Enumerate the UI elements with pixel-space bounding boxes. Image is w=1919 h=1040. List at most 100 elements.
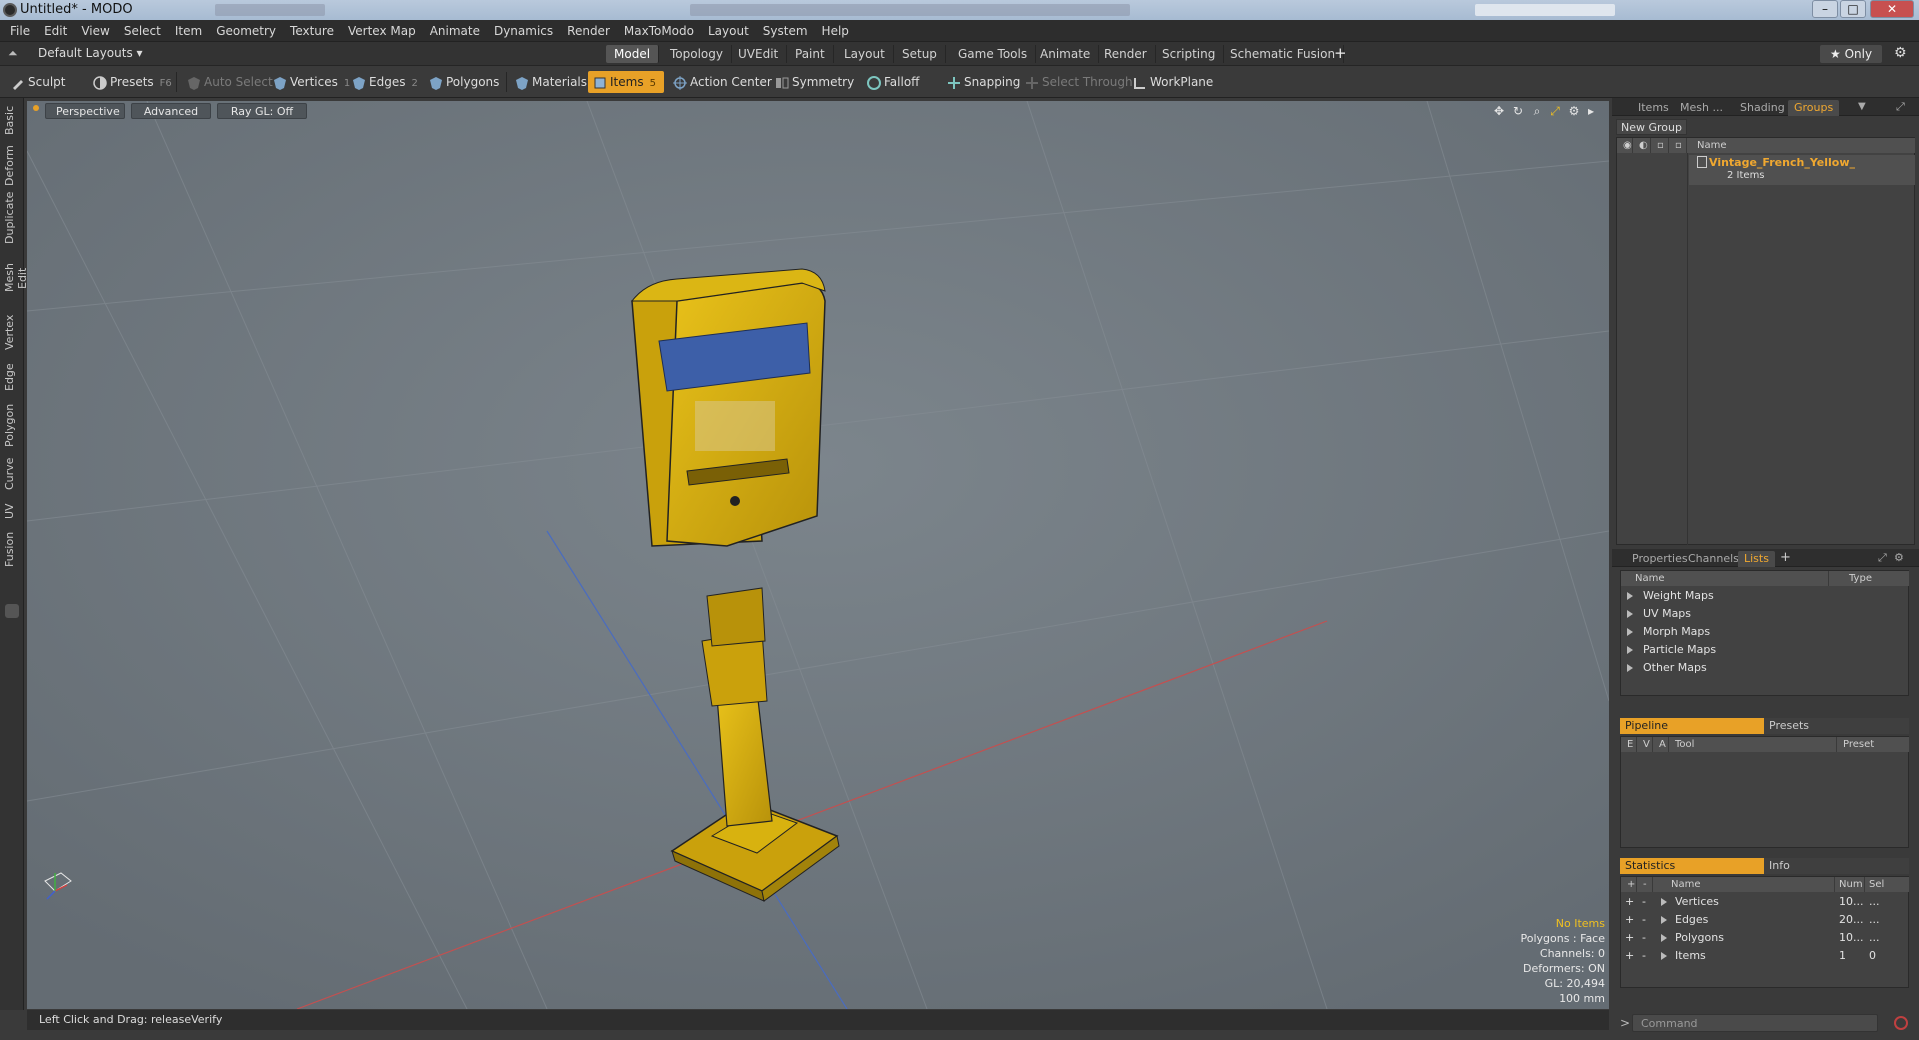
minimize-button[interactable]: – bbox=[1812, 0, 1838, 18]
list-item[interactable]: Weight Maps bbox=[1621, 587, 1910, 605]
auto-select-button[interactable]: Auto Select bbox=[182, 71, 279, 93]
symmetry-button[interactable]: Symmetry bbox=[770, 71, 860, 93]
menu-vertex-map[interactable]: Vertex Map bbox=[341, 20, 423, 42]
close-button[interactable]: ✕ bbox=[1870, 0, 1914, 18]
tab-setup[interactable]: Setup bbox=[894, 45, 946, 63]
menu-maxtomodo[interactable]: MaxToModo bbox=[617, 20, 701, 42]
menu-system[interactable]: System bbox=[756, 20, 815, 42]
tab-mesh[interactable]: Mesh ... bbox=[1674, 100, 1729, 116]
advanced-dropdown[interactable]: Advanced bbox=[131, 103, 211, 119]
tab-items[interactable]: Items bbox=[1632, 100, 1675, 116]
add-tab-button[interactable]: + bbox=[1334, 44, 1347, 62]
panel-expand-icon[interactable]: ⤢ bbox=[1878, 551, 1887, 565]
sculpt-button[interactable]: Sculpt bbox=[6, 71, 71, 93]
zoom-icon[interactable]: ⌕ bbox=[1530, 104, 1544, 118]
menu-dynamics[interactable]: Dynamics bbox=[487, 20, 560, 42]
polygons-button[interactable]: Polygons bbox=[424, 71, 505, 93]
menu-geometry[interactable]: Geometry bbox=[209, 20, 283, 42]
add-tab-icon[interactable]: + bbox=[1780, 550, 1791, 565]
snapping-button[interactable]: Snapping bbox=[942, 71, 1026, 93]
stats-row[interactable]: + - Edges 20...... bbox=[1621, 911, 1910, 929]
tab-model[interactable]: Model bbox=[606, 45, 660, 63]
expand-arrow-icon[interactable] bbox=[1627, 646, 1633, 654]
gear-icon[interactable]: ⚙ bbox=[1894, 45, 1907, 61]
panel-toggle-icon[interactable] bbox=[5, 604, 19, 618]
menu-item[interactable]: Item bbox=[168, 20, 209, 42]
vtab-fusion[interactable]: Fusion bbox=[3, 530, 21, 568]
vtab-basic[interactable]: Basic bbox=[3, 102, 21, 138]
only-toggle[interactable]: ★ Only bbox=[1820, 45, 1883, 63]
vtab-vertex[interactable]: Vertex bbox=[3, 312, 21, 352]
menu-help[interactable]: Help bbox=[815, 20, 856, 42]
list-item[interactable]: Other Maps bbox=[1621, 659, 1910, 677]
tab-schematic-fusion[interactable]: Schematic Fusion bbox=[1222, 45, 1345, 63]
vtab-deform[interactable]: Deform bbox=[3, 145, 21, 186]
tab-pipeline[interactable]: Pipeline bbox=[1620, 718, 1764, 734]
layout-up-icon[interactable]: ⏶ bbox=[8, 46, 18, 61]
tab-lists[interactable]: Lists bbox=[1738, 551, 1775, 567]
stats-row[interactable]: + - Vertices 10...... bbox=[1621, 893, 1910, 911]
plus-icon[interactable]: + bbox=[1625, 893, 1634, 911]
items-button[interactable]: Items 5 bbox=[588, 71, 664, 93]
tab-scripting[interactable]: Scripting bbox=[1154, 45, 1225, 63]
tab-render[interactable]: Render bbox=[1096, 45, 1156, 63]
default-layouts-dropdown[interactable]: Default Layouts ▾ bbox=[38, 46, 143, 60]
vertices-button[interactable]: Vertices 1 bbox=[268, 71, 356, 93]
menu-animate[interactable]: Animate bbox=[423, 20, 487, 42]
maximize-viewport-icon[interactable]: ⤢ bbox=[1548, 104, 1562, 118]
maximize-button[interactable]: □ bbox=[1840, 0, 1866, 18]
viewport-settings-icon[interactable]: ⚙ bbox=[1567, 104, 1581, 118]
minus-icon[interactable]: - bbox=[1642, 911, 1646, 929]
minus-icon[interactable]: - bbox=[1642, 947, 1646, 965]
select-through-button[interactable]: Select Through bbox=[1020, 71, 1139, 93]
record-icon[interactable] bbox=[1894, 1016, 1908, 1030]
vtab-polygon[interactable]: Polygon bbox=[3, 402, 21, 448]
expand-arrow-icon[interactable] bbox=[1661, 916, 1667, 924]
plus-icon[interactable]: + bbox=[1625, 929, 1634, 947]
tab-paint[interactable]: Paint bbox=[787, 45, 834, 63]
expand-arrow-icon[interactable] bbox=[1661, 952, 1667, 960]
plus-icon[interactable]: + bbox=[1625, 911, 1634, 929]
vtab-uv[interactable]: UV bbox=[3, 500, 21, 522]
tab-statistics[interactable]: Statistics bbox=[1620, 858, 1764, 874]
presets-button[interactable]: Presets F6 bbox=[88, 71, 178, 93]
plus-icon[interactable]: + bbox=[1625, 947, 1634, 965]
tab-presets[interactable]: Presets bbox=[1764, 718, 1909, 734]
expand-arrow-icon[interactable] bbox=[1661, 934, 1667, 942]
expand-arrow-icon[interactable] bbox=[1627, 628, 1633, 636]
list-item[interactable]: Particle Maps bbox=[1621, 641, 1910, 659]
action-center-button[interactable]: Action Center bbox=[668, 71, 778, 93]
stats-row[interactable]: + - Polygons 10...... bbox=[1621, 929, 1910, 947]
stats-row[interactable]: + - Items 1 0 bbox=[1621, 947, 1910, 965]
tab-info[interactable]: Info bbox=[1764, 858, 1909, 874]
list-item[interactable]: UV Maps bbox=[1621, 605, 1910, 623]
expand-arrow-icon[interactable] bbox=[1627, 592, 1633, 600]
tab-shading[interactable]: Shading bbox=[1734, 100, 1791, 116]
edges-button[interactable]: Edges 2 bbox=[347, 71, 424, 93]
new-group-button[interactable]: New Group bbox=[1616, 119, 1687, 135]
minus-icon[interactable]: - bbox=[1642, 893, 1646, 911]
raygl-toggle[interactable]: Ray GL: Off bbox=[217, 103, 307, 119]
viewport-menu-arrow-icon[interactable]: ▸ bbox=[1584, 104, 1598, 118]
vtab-duplicate[interactable]: Duplicate bbox=[3, 192, 21, 244]
menu-texture[interactable]: Texture bbox=[283, 20, 341, 42]
3d-viewport[interactable] bbox=[27, 101, 1609, 1009]
tab-topology[interactable]: Topology bbox=[662, 45, 732, 63]
group-row[interactable]: Vintage_French_Yellow_ 2 Items bbox=[1689, 155, 1915, 185]
menu-view[interactable]: View bbox=[74, 20, 116, 42]
menu-file[interactable]: File bbox=[3, 20, 37, 42]
menu-edit[interactable]: Edit bbox=[37, 20, 74, 42]
panel-expand-icon[interactable]: ⤢ bbox=[1896, 100, 1905, 114]
tab-channels[interactable]: Channels bbox=[1682, 551, 1745, 567]
menu-select[interactable]: Select bbox=[117, 20, 168, 42]
perspective-dropdown[interactable]: Perspective bbox=[45, 103, 125, 119]
tab-layout[interactable]: Layout bbox=[836, 45, 894, 63]
rotate-icon[interactable]: ↻ bbox=[1511, 104, 1525, 118]
vtab-mesh-edit[interactable]: Mesh Edit bbox=[3, 252, 29, 304]
vtab-curve[interactable]: Curve bbox=[3, 456, 21, 492]
minus-icon[interactable]: - bbox=[1642, 929, 1646, 947]
pan-icon[interactable]: ✥ bbox=[1492, 104, 1506, 118]
menu-render[interactable]: Render bbox=[560, 20, 617, 42]
expand-arrow-icon[interactable] bbox=[1627, 664, 1633, 672]
command-input[interactable]: Command bbox=[1632, 1014, 1878, 1032]
